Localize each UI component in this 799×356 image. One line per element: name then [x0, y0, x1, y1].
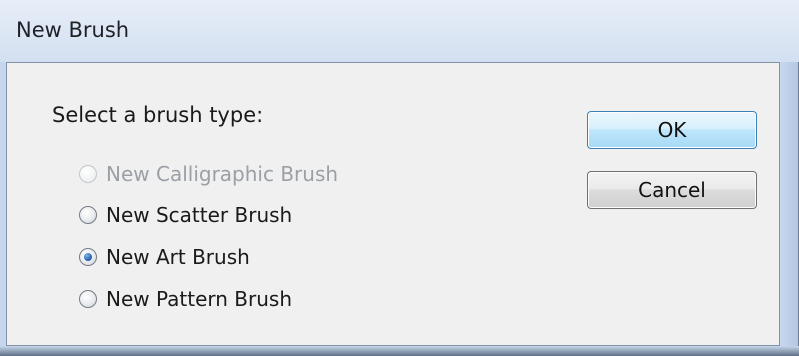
cancel-button[interactable]: Cancel — [587, 171, 757, 209]
radio-option-art-brush[interactable]: New Art Brush — [79, 243, 250, 271]
radio-option-pattern-brush[interactable]: New Pattern Brush — [79, 285, 292, 313]
radio-option-calligraphic-brush: New Calligraphic Brush — [79, 160, 338, 188]
radio-label-pattern[interactable]: New Pattern Brush — [106, 287, 292, 311]
radio-label-scatter[interactable]: New Scatter Brush — [106, 203, 292, 227]
new-brush-dialog-window: New Brush Select a brush type: New Calli… — [0, 0, 799, 356]
title-bar[interactable]: New Brush — [0, 0, 799, 62]
window-frame-bottom — [0, 346, 799, 356]
window-title: New Brush — [16, 18, 130, 42]
brush-type-prompt: Select a brush type: — [52, 103, 264, 127]
radio-option-scatter-brush[interactable]: New Scatter Brush — [79, 201, 292, 229]
radio-label-art[interactable]: New Art Brush — [106, 245, 250, 269]
radio-button-scatter[interactable] — [79, 206, 97, 224]
radio-label-calligraphic: New Calligraphic Brush — [106, 162, 339, 186]
radio-button-pattern[interactable] — [79, 290, 97, 308]
ok-button[interactable]: OK — [587, 111, 757, 149]
window-frame-right — [779, 62, 798, 352]
radio-button-calligraphic — [79, 165, 97, 183]
radio-button-art[interactable] — [79, 248, 97, 266]
dialog-client-area: Select a brush type: New Calligraphic Br… — [6, 62, 780, 346]
